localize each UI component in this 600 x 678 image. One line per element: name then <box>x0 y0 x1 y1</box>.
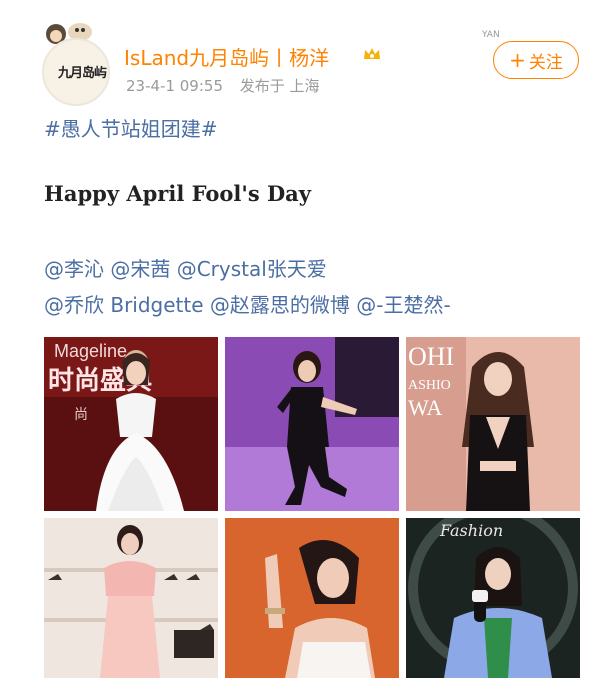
username-link[interactable]: IsLand九月岛屿丨杨洋 <box>124 42 329 71</box>
photo-6-image: Fashion <box>406 518 580 678</box>
photo-3-caption-2: ASHIO <box>408 378 451 393</box>
post-location: 发布于 上海 <box>239 77 320 95</box>
follow-button[interactable]: + 关注 <box>493 41 579 79</box>
photo-2-image <box>225 337 399 511</box>
photo-5-image <box>225 518 399 678</box>
peek-label: YAN <box>482 30 500 40</box>
mentions-block: @李沁 @宋茜 @Crystal张天爱 @乔欣 Bridgette @赵露思的微… <box>44 251 451 323</box>
photo-thumbnail-3[interactable]: OHI ASHIO WA <box>406 337 580 511</box>
mentions-line-2[interactable]: @乔欣 Bridgette @赵露思的微博 @-王楚然- <box>44 287 451 323</box>
photo-4-image <box>44 518 218 678</box>
avatar-text: 九月岛屿 <box>58 66 107 81</box>
photo-1-caption-3: 尚 <box>74 407 88 423</box>
post-timestamp: 23-4-1 09:55 <box>126 77 223 95</box>
photo-thumbnail-5[interactable] <box>225 518 399 678</box>
post-meta: 23-4-1 09:55 发布于 上海 <box>126 75 332 96</box>
photo-grid: Mageline 时尚盛典 尚 OHI ASHIO WA Fashion <box>44 337 580 678</box>
photo-thumbnail-4[interactable] <box>44 518 218 678</box>
crown-icon <box>364 48 380 59</box>
photo-1-image: Mageline 时尚盛典 尚 <box>44 337 218 511</box>
follow-label: 关注 <box>528 52 563 73</box>
mentions-line-1[interactable]: @李沁 @宋茜 @Crystal张天爱 <box>44 251 451 287</box>
photo-thumbnail-1[interactable]: Mageline 时尚盛典 尚 <box>44 337 218 511</box>
topic-hashtag-link[interactable]: #愚人节站姐团建# <box>44 113 218 142</box>
avatar[interactable]: 九月岛屿 <box>42 38 110 106</box>
photo-6-caption-1: Fashion <box>439 521 503 540</box>
photo-thumbnail-2[interactable] <box>225 337 399 511</box>
photo-3-image: OHI ASHIO WA <box>406 337 580 511</box>
photo-thumbnail-6[interactable]: Fashion <box>406 518 580 678</box>
photo-3-caption-3: WA <box>408 395 442 420</box>
photo-3-caption-1: OHI <box>408 342 454 371</box>
plus-icon: + <box>509 48 526 72</box>
weibo-post-card: 九月岛屿 IsLand九月岛屿丨杨洋 23-4-1 09:55 发布于 上海 Y… <box>0 0 600 678</box>
post-headline: Happy April Fool's Day <box>44 181 311 206</box>
photo-1-caption-1: Mageline <box>54 341 127 361</box>
